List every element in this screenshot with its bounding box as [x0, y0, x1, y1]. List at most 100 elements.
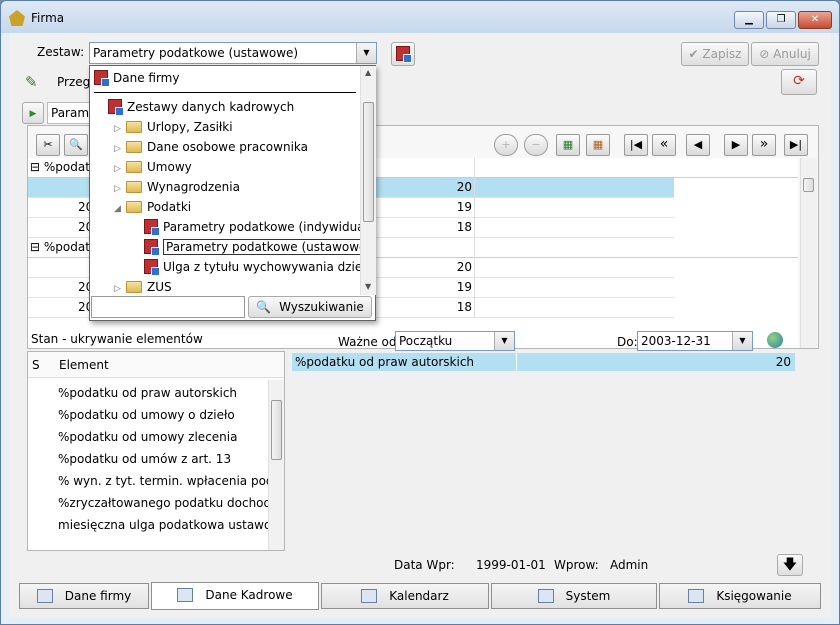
- tab-dane-kadrowe[interactable]: Dane Kadrowe: [151, 582, 319, 610]
- tree-item[interactable]: ▷ Dane osobowe pracownika: [114, 137, 308, 157]
- zestaw-value: Parametry podatkowe (ustawowe): [93, 46, 299, 60]
- tree-item[interactable]: Parametry podatkowe (ustawowe): [132, 237, 360, 257]
- list-item[interactable]: miesięczna ulga podatkowa ustawowa: [58, 514, 268, 536]
- chevron-down-icon[interactable]: ▼: [732, 332, 752, 350]
- scroll-up-icon[interactable]: ▲: [365, 68, 371, 77]
- tree-item-label: Wynagrodzenia: [147, 180, 240, 194]
- prev-icon[interactable]: ◀: [686, 134, 710, 156]
- remove-icon[interactable]: −: [524, 134, 548, 156]
- minimize-button[interactable]: ▁: [734, 11, 764, 29]
- expand-toggle-icon[interactable]: ◢: [114, 199, 126, 219]
- save-label: Zapisz: [702, 47, 742, 61]
- tree-item-label: Dane osobowe pracownika: [147, 140, 308, 154]
- dropdown-item-dane-firmy[interactable]: Dane firmy: [94, 68, 179, 88]
- do-date-select[interactable]: 2003-12-31 ▼: [637, 331, 753, 351]
- app-icon: [9, 10, 25, 26]
- close-button[interactable]: ✕: [798, 11, 832, 29]
- window-title: Firma: [31, 11, 65, 25]
- magnifier-icon: 🔍: [256, 300, 272, 314]
- calendar-icon: [361, 589, 378, 603]
- tab-label: Dane Kadrowe: [205, 588, 293, 602]
- dataset-icon: [144, 219, 160, 236]
- refresh-button[interactable]: ⟳: [781, 69, 817, 95]
- tab-dane-firmy[interactable]: Dane firmy: [19, 583, 149, 609]
- chevron-down-icon[interactable]: ▼: [356, 43, 376, 63]
- folder-icon: [126, 161, 142, 173]
- collapse-icon[interactable]: ⊟: [30, 240, 40, 254]
- expand-toggle-icon[interactable]: ▷: [114, 279, 126, 295]
- tab-kalendarz[interactable]: Kalendarz: [321, 583, 489, 609]
- col-s-header[interactable]: S: [32, 358, 40, 372]
- elements-body: %podatku od praw autorskich %podatku od u…: [28, 382, 268, 550]
- tree-item-label: Umowy: [147, 160, 192, 174]
- dropdown-search-input[interactable]: [91, 296, 245, 318]
- expand-toggle-icon[interactable]: ▷: [114, 119, 126, 139]
- dropdown-separator: [94, 92, 356, 93]
- tree-item-label: Ulga z tytułu wychowywania dziecka(PI: [163, 260, 360, 274]
- dropdown-scrollbar[interactable]: ▲ ▼: [360, 66, 376, 295]
- globe-icon[interactable]: [767, 332, 783, 348]
- ledger-icon: [688, 589, 705, 603]
- tools-icon[interactable]: ✂: [36, 134, 60, 156]
- tab-ksiegowanie[interactable]: Księgowanie: [659, 583, 821, 609]
- wazne-select[interactable]: Początku ▼: [395, 331, 515, 351]
- save-button[interactable]: ✔ Zapisz: [681, 42, 749, 66]
- tree-item[interactable]: ▷ Urlopy, Zasiłki: [114, 117, 233, 137]
- add-row-icon[interactable]: ▦: [556, 134, 580, 156]
- wazne-label: Ważne od:: [338, 335, 401, 349]
- zestaw-config-button[interactable]: [391, 42, 415, 66]
- tree-item[interactable]: ▷ Wynagrodzenia: [114, 177, 240, 197]
- search-icon[interactable]: 🔍: [64, 134, 88, 156]
- tree-item[interactable]: ▷ ZUS: [114, 277, 172, 295]
- column-divider: [474, 158, 475, 318]
- add-icon[interactable]: +: [494, 134, 518, 156]
- list-scroll-thumb[interactable]: [271, 400, 282, 460]
- chevron-down-icon[interactable]: ▼: [494, 332, 514, 350]
- next-icon[interactable]: ▶: [724, 134, 748, 156]
- edit-row-icon[interactable]: ▦: [586, 134, 610, 156]
- fast-forward-icon[interactable]: »: [752, 134, 776, 156]
- search-button[interactable]: 🔍 Wyszukiwanie: [248, 296, 372, 318]
- first-icon[interactable]: |◀: [624, 134, 648, 156]
- tree-item[interactable]: Zestawy danych kadrowych: [96, 97, 294, 117]
- list-item[interactable]: %podatku od umowy zlecenia: [58, 426, 237, 448]
- search-button-label: Wyszukiwanie: [279, 300, 364, 314]
- tree-item[interactable]: ▷ Umowy: [114, 157, 192, 177]
- list-item[interactable]: % wyn. z tyt. termin. wpłacenia pod. doc: [58, 470, 268, 492]
- grid-scroll-thumb[interactable]: [803, 178, 814, 192]
- list-scrollbar[interactable]: [268, 380, 284, 550]
- list-header: S Element: [28, 352, 284, 378]
- grid-scrollbar[interactable]: [800, 158, 817, 348]
- scroll-down-icon[interactable]: ▼: [365, 282, 371, 291]
- cancel-button[interactable]: ⊘ Anuluj: [751, 42, 819, 66]
- tree-item[interactable]: ◢ Podatki: [114, 197, 191, 217]
- maximize-button[interactable]: ❐: [766, 11, 796, 29]
- list-item[interactable]: %podatku od umów z art. 13: [58, 448, 231, 470]
- arrow-down-icon[interactable]: 🡇: [777, 554, 803, 576]
- tree-item-label: ZUS: [147, 280, 172, 294]
- zestaw-select[interactable]: Parametry podatkowe (ustawowe) ▼: [89, 42, 377, 64]
- dropdown-scroll-thumb[interactable]: [363, 102, 374, 222]
- tree-item-label: Parametry podatkowe (indywidualne): [163, 220, 360, 234]
- list-item[interactable]: %podatku od praw autorskich: [58, 382, 237, 404]
- folder-icon: [126, 281, 142, 293]
- last-icon[interactable]: ▶|: [784, 134, 808, 156]
- fast-back-icon[interactable]: «: [652, 134, 676, 156]
- expand-toggle-icon[interactable]: ▷: [114, 179, 126, 199]
- dataset-icon: [94, 70, 110, 87]
- tree-item[interactable]: Parametry podatkowe (indywidualne): [132, 217, 360, 237]
- detail-row[interactable]: %podatku od praw autorskich 20: [292, 353, 795, 371]
- list-item[interactable]: %zryczałtowanego podatku dochodowe: [58, 492, 268, 514]
- play-button[interactable]: ▶: [22, 102, 44, 124]
- col-element-header[interactable]: Element: [59, 358, 109, 372]
- expand-toggle-icon[interactable]: ▷: [114, 139, 126, 159]
- list-item[interactable]: %podatku od umowy o dzieło: [58, 404, 235, 426]
- tree-item[interactable]: Ulga z tytułu wychowywania dziecka(PI: [132, 257, 360, 277]
- dataset-tree: Zestawy danych kadrowych ▷ Urlopy, Zasiłki…: [90, 97, 360, 295]
- collapse-icon[interactable]: ⊟: [30, 160, 40, 174]
- expand-toggle-icon[interactable]: ▷: [114, 159, 126, 179]
- tab-label: Księgowanie: [716, 589, 792, 603]
- tab-label: System: [565, 589, 611, 603]
- edit-icon[interactable]: ✎: [25, 73, 38, 91]
- tab-system[interactable]: System: [491, 583, 657, 609]
